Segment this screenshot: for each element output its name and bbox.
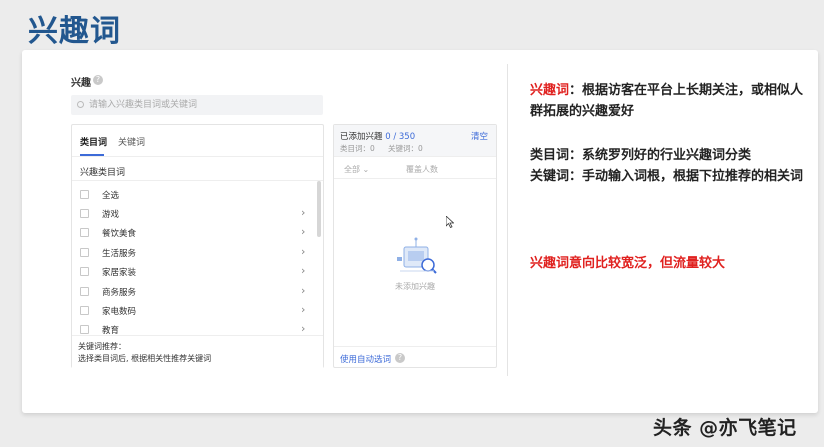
item-label: 生活服务 bbox=[102, 249, 137, 259]
category-count: 类目词：0 bbox=[340, 144, 375, 153]
checkbox[interactable] bbox=[80, 248, 89, 257]
mouse-cursor-icon bbox=[446, 216, 454, 228]
list-item-select-all[interactable]: 全选 bbox=[80, 188, 310, 202]
divider bbox=[334, 178, 496, 179]
active-tab-indicator bbox=[80, 154, 104, 156]
item-label: 家居家装 bbox=[102, 268, 137, 278]
chevron-right-icon[interactable]: › bbox=[301, 206, 305, 219]
note-title: 关键词推荐： bbox=[78, 342, 126, 351]
note-text: 选择类目词后, 根据相关性推荐关键词 bbox=[78, 354, 212, 363]
checkbox[interactable] bbox=[80, 190, 89, 199]
search-placeholder: 请输入兴趣类目词或关键词 bbox=[89, 100, 198, 110]
category-subheading: 兴趣类目词 bbox=[80, 168, 126, 178]
watermark: 头条 @亦飞笔记 bbox=[653, 417, 797, 439]
help-icon[interactable]: ? bbox=[93, 75, 103, 85]
chevron-right-icon[interactable]: › bbox=[301, 225, 305, 238]
keyword-count: 关键词：0 bbox=[388, 144, 423, 153]
list-item-games[interactable]: 游戏 › bbox=[80, 206, 310, 221]
note-interest-words: 兴趣词：根据访客在平台上长期关注，或相似人群拓展的兴趣爱好 bbox=[530, 80, 810, 122]
chevron-right-icon[interactable]: › bbox=[301, 245, 305, 258]
interest-selector-panel: 类目词 关键词 兴趣类目词 全选 游戏 › 餐饮美食 › 生活服务 › 家居家装… bbox=[71, 124, 324, 368]
list-item-life-services[interactable]: 生活服务 › bbox=[80, 245, 310, 260]
list-item-home[interactable]: 家居家装 › bbox=[80, 264, 310, 279]
item-label: 游戏 bbox=[102, 210, 120, 220]
list-item-food[interactable]: 餐饮美食 › bbox=[80, 225, 310, 240]
item-label: 家电数码 bbox=[102, 307, 137, 317]
item-label: 餐饮美食 bbox=[102, 229, 137, 239]
tab-keywords[interactable]: 关键词 bbox=[118, 135, 145, 148]
tab-bar: 类目词 关键词 bbox=[72, 125, 323, 157]
auto-select-link[interactable]: 使用自动选词 bbox=[340, 353, 391, 365]
chevron-right-icon[interactable]: › bbox=[301, 322, 305, 335]
divider bbox=[72, 180, 323, 181]
help-icon[interactable]: ? bbox=[395, 353, 405, 363]
chevron-right-icon[interactable]: › bbox=[301, 284, 305, 297]
keyword-recommendation-note: 关键词推荐： 选择类目词后, 根据相关性推荐关键词 bbox=[72, 335, 323, 368]
vertical-divider bbox=[507, 64, 508, 376]
interest-section-label: 兴趣 bbox=[71, 78, 91, 89]
note-text: ：根据访客在平台上长期关注，或相似人群拓展的兴趣爱好 bbox=[530, 83, 804, 119]
clear-button[interactable]: 清空 bbox=[471, 130, 488, 142]
tab-category-words[interactable]: 类目词 bbox=[80, 135, 107, 148]
checkbox[interactable] bbox=[80, 287, 89, 296]
selected-interests-panel: 已添加兴趣 0 / 350 清空 类目词：0 关键词：0 全部 ⌄ 覆盖人数 未… bbox=[333, 124, 497, 368]
empty-state-text: 未添加兴趣 bbox=[395, 282, 435, 291]
empty-box-icon bbox=[397, 237, 437, 274]
note-category-words: 类目词：系统罗列好的行业兴趣词分类 bbox=[530, 148, 752, 163]
coverage-column-header: 覆盖人数 bbox=[406, 165, 438, 174]
item-label: 全选 bbox=[102, 191, 120, 201]
note-keywords: 关键词：手动输入词根，根据下拉推荐的相关词 bbox=[530, 169, 804, 184]
search-icon bbox=[77, 101, 84, 108]
list-item-business[interactable]: 商务服务 › bbox=[80, 284, 310, 299]
checkbox[interactable] bbox=[80, 209, 89, 218]
chevron-right-icon[interactable]: › bbox=[301, 264, 305, 277]
chevron-right-icon[interactable]: › bbox=[301, 303, 305, 316]
filter-dropdown[interactable]: 全部 ⌄ bbox=[344, 164, 369, 175]
auto-select-footer: 使用自动选词 ? bbox=[334, 346, 496, 368]
selected-header: 已添加兴趣 0 / 350 清空 类目词：0 关键词：0 bbox=[334, 125, 496, 157]
checkbox[interactable] bbox=[80, 228, 89, 237]
slide-title: 兴趣词 bbox=[28, 14, 121, 49]
search-input[interactable]: 请输入兴趣类目词或关键词 bbox=[71, 95, 323, 115]
checkbox[interactable] bbox=[80, 267, 89, 276]
added-count: 0 / 350 bbox=[385, 132, 416, 142]
checkbox[interactable] bbox=[80, 325, 89, 334]
item-label: 商务服务 bbox=[102, 288, 137, 298]
list-item-electronics[interactable]: 家电数码 › bbox=[80, 303, 310, 318]
note-highlight: 兴趣词 bbox=[530, 83, 570, 98]
scrollbar[interactable] bbox=[317, 181, 321, 237]
checkbox[interactable] bbox=[80, 306, 89, 315]
note-summary: 兴趣词意向比较宽泛，但流量较大 bbox=[530, 256, 726, 271]
added-count-label: 已添加兴趣 0 / 350 bbox=[340, 132, 416, 142]
